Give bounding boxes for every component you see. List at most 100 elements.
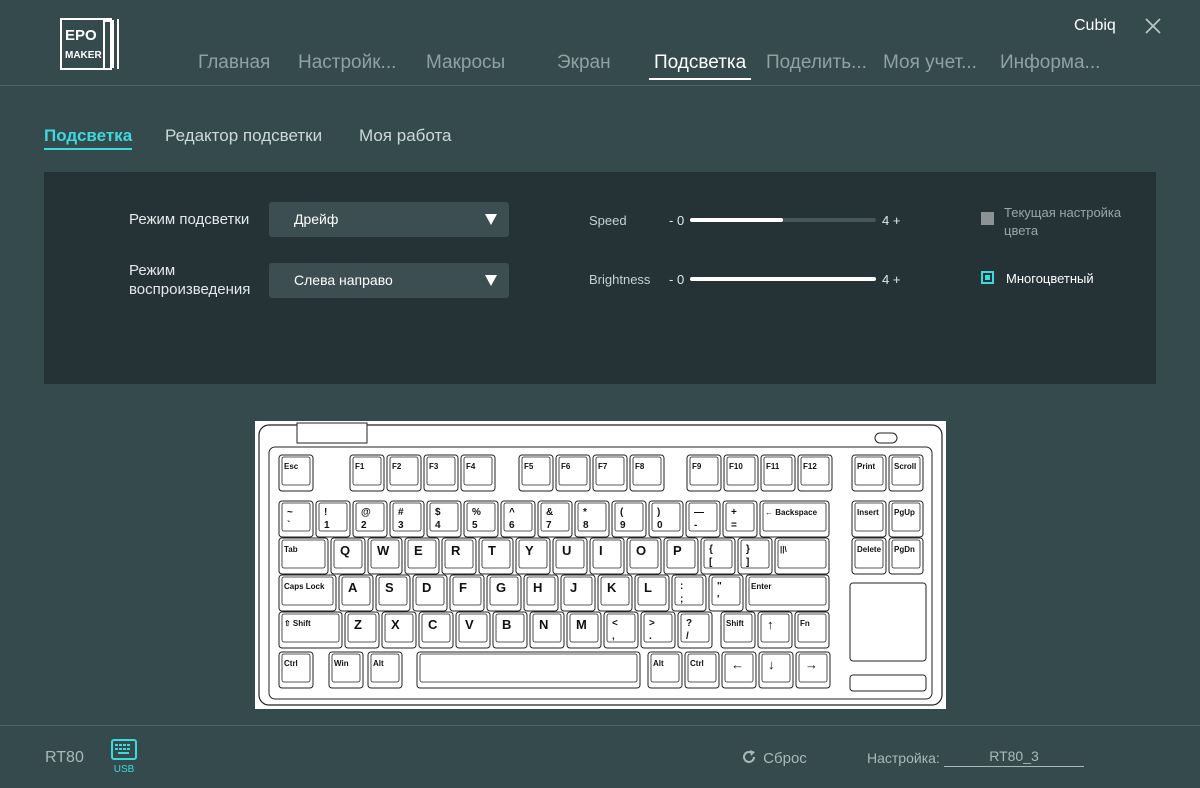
key[interactable]: F3: [423, 454, 459, 492]
key[interactable]: N: [529, 611, 565, 649]
key[interactable]: K: [597, 574, 633, 612]
mode-select[interactable]: Дрейф: [269, 202, 509, 237]
key[interactable]: Enter: [745, 574, 830, 612]
key[interactable]: J: [560, 574, 596, 612]
tab-settings[interactable]: Настройк...: [298, 52, 396, 78]
key[interactable]: F4: [460, 454, 496, 492]
brightness-decrease[interactable]: - 0: [669, 272, 684, 287]
playback-select[interactable]: Слева направо: [269, 263, 509, 298]
key[interactable]: ^6: [500, 500, 536, 538]
key[interactable]: }]: [737, 537, 773, 575]
key[interactable]: F1: [349, 454, 385, 492]
key[interactable]: Scroll: [888, 454, 924, 492]
key[interactable]: W: [367, 537, 403, 575]
key[interactable]: #3: [389, 500, 425, 538]
key[interactable]: L: [634, 574, 670, 612]
key[interactable]: ||\: [774, 537, 830, 575]
multicolor-checkbox[interactable]: [981, 271, 994, 284]
key[interactable]: F10: [723, 454, 759, 492]
key[interactable]: )0: [648, 500, 684, 538]
speed-slider[interactable]: [690, 218, 876, 222]
key[interactable]: C: [418, 611, 454, 649]
key[interactable]: I: [589, 537, 625, 575]
key[interactable]: %5: [463, 500, 499, 538]
speed-decrease[interactable]: - 0: [669, 213, 684, 228]
key[interactable]: [416, 651, 641, 689]
key[interactable]: E: [404, 537, 440, 575]
key[interactable]: F: [449, 574, 485, 612]
key[interactable]: ↓: [758, 651, 794, 689]
subtab-lighting-editor[interactable]: Редактор подсветки: [165, 126, 322, 148]
tab-share[interactable]: Поделить...: [766, 52, 867, 78]
close-icon[interactable]: [1143, 16, 1163, 36]
key[interactable]: +=: [722, 500, 758, 538]
key[interactable]: D: [412, 574, 448, 612]
tab-screen[interactable]: Экран: [557, 52, 611, 78]
key[interactable]: B: [492, 611, 528, 649]
current-color-checkbox[interactable]: [981, 212, 994, 225]
key[interactable]: Z: [344, 611, 380, 649]
key[interactable]: Alt: [367, 651, 403, 689]
key[interactable]: R: [441, 537, 477, 575]
key[interactable]: V: [455, 611, 491, 649]
key[interactable]: ⇧ Shift: [278, 611, 343, 649]
key[interactable]: Tab: [278, 537, 329, 575]
key[interactable]: X: [381, 611, 417, 649]
key[interactable]: Esc: [278, 454, 314, 492]
key[interactable]: "': [708, 574, 744, 612]
tab-lighting[interactable]: Подсветка: [649, 52, 752, 80]
key[interactable]: PgDn: [888, 537, 924, 575]
key[interactable]: O: [626, 537, 662, 575]
key[interactable]: F12: [797, 454, 833, 492]
key[interactable]: Y: [515, 537, 551, 575]
key[interactable]: T: [478, 537, 514, 575]
key[interactable]: F11: [760, 454, 796, 492]
key[interactable]: Ctrl: [684, 651, 720, 689]
key[interactable]: $4: [426, 500, 462, 538]
key[interactable]: S: [375, 574, 411, 612]
key[interactable]: PgUp: [888, 500, 924, 538]
key[interactable]: F2: [386, 454, 422, 492]
setting-profile-field[interactable]: RT80_3: [944, 748, 1084, 767]
key[interactable]: {[: [700, 537, 736, 575]
key[interactable]: F5: [518, 454, 554, 492]
key[interactable]: Alt: [647, 651, 683, 689]
key[interactable]: Fn: [794, 611, 830, 649]
key[interactable]: >.: [640, 611, 676, 649]
key[interactable]: ←: [721, 651, 757, 689]
key[interactable]: Print: [851, 454, 887, 492]
key[interactable]: @2: [352, 500, 388, 538]
reset-button[interactable]: Сброс: [741, 749, 807, 767]
key[interactable]: Ctrl: [278, 651, 314, 689]
key[interactable]: G: [486, 574, 522, 612]
tab-account[interactable]: Моя учет...: [883, 52, 977, 78]
key[interactable]: (9: [611, 500, 647, 538]
key[interactable]: F8: [629, 454, 665, 492]
key[interactable]: &7: [537, 500, 573, 538]
key[interactable]: ← Backspace: [759, 500, 830, 538]
key[interactable]: <,: [603, 611, 639, 649]
key[interactable]: :;: [671, 574, 707, 612]
key[interactable]: !1: [315, 500, 351, 538]
key[interactable]: Q: [330, 537, 366, 575]
tab-info[interactable]: Информа...: [1000, 52, 1100, 78]
key[interactable]: P: [663, 537, 699, 575]
subtab-lighting[interactable]: Подсветка: [44, 126, 133, 150]
key[interactable]: ?/: [677, 611, 713, 649]
brightness-increase[interactable]: 4 +: [882, 272, 900, 287]
key[interactable]: ↑: [757, 611, 793, 649]
key[interactable]: U: [552, 537, 588, 575]
key[interactable]: Caps Lock: [278, 574, 337, 612]
subtab-my-work[interactable]: Моя работа: [359, 126, 452, 148]
key[interactable]: —-: [685, 500, 721, 538]
key[interactable]: *8: [574, 500, 610, 538]
key[interactable]: Insert: [851, 500, 887, 538]
tab-home[interactable]: Главная: [198, 52, 270, 78]
tab-macros[interactable]: Макросы: [426, 52, 505, 78]
speed-increase[interactable]: 4 +: [882, 213, 900, 228]
key[interactable]: Win: [328, 651, 364, 689]
key[interactable]: →: [795, 651, 831, 689]
brightness-slider[interactable]: [690, 277, 876, 281]
key[interactable]: F9: [686, 454, 722, 492]
key[interactable]: H: [523, 574, 559, 612]
